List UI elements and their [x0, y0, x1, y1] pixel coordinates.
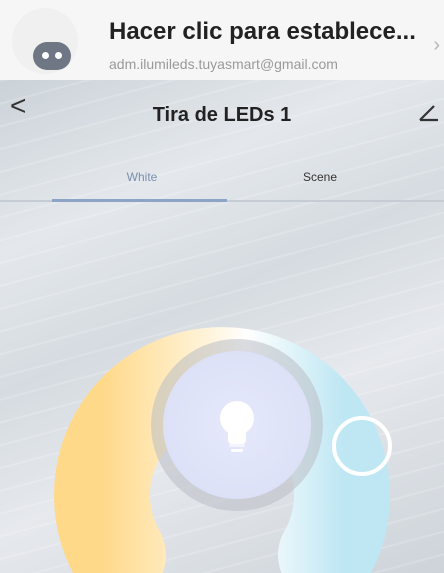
account-banner[interactable]: Hacer clic para establece... adm.ilumile…: [0, 0, 444, 80]
chevron-right-icon: ›: [433, 34, 440, 56]
account-email: adm.ilumileds.tuyasmart@gmail.com: [109, 56, 338, 72]
color-temperature-dial[interactable]: [0, 80, 444, 573]
device-panel: < Tira de LEDs 1 White Scene: [0, 80, 444, 573]
robot-avatar-icon: [12, 8, 78, 74]
account-title: Hacer clic para establece...: [109, 18, 416, 45]
